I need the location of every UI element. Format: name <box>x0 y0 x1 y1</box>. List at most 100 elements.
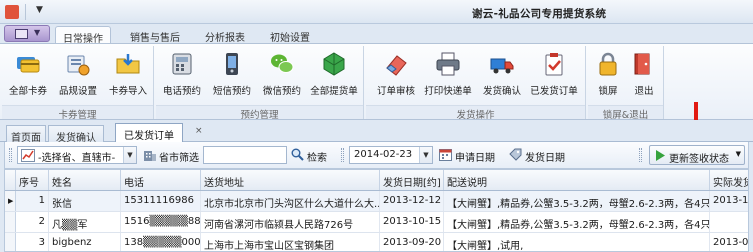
wechat-preorder-button[interactable]: 微信预约 <box>256 49 308 101</box>
cell-name: bigbenz <box>49 233 121 251</box>
cell-no: 3 <box>16 233 49 251</box>
cell-ship-date: 2013-12-12 <box>380 191 444 211</box>
tab-sales-aftersales[interactable]: 销售与售后 <box>130 26 180 44</box>
product-settings-icon <box>67 55 90 76</box>
ribbon-group-lock-exit: 锁屏 退出 锁屏&退出 <box>588 46 664 121</box>
doc-tab-shipped-orders[interactable]: 已发货订单 <box>115 123 183 143</box>
province-filter-button[interactable]: 省市筛选 <box>143 146 203 164</box>
group-label-preorder: 预约管理 <box>156 105 363 121</box>
ribbon-tab-strip: ▼ 日常操作 销售与售后 分析报表 初始设置 <box>0 24 753 45</box>
all-orders-icon <box>323 52 345 76</box>
cell-ship-date: 2013-10-15 <box>380 212 444 232</box>
cell-actual-ship <box>710 212 748 232</box>
import-folder-icon <box>116 54 140 74</box>
ribbon-panel: 全部卡券 品规设置 卡券导入 卡券管理 电话预约 短信预约 微信预约 全部提货单… <box>0 43 753 121</box>
chevron-down-icon: ▼ <box>34 28 41 37</box>
table-row[interactable]: ▶ 1 张信 15311116986 北京市北京市门头沟区什么大道什么大... … <box>5 191 748 212</box>
row-indicator <box>5 212 16 232</box>
phone-icon <box>172 53 192 75</box>
exit-icon <box>634 53 650 75</box>
cell-delivery-note: 【大闸蟹】,精品券,公蟹3.5-3.2两，母蟹2.6-2.3两，各4只 <box>444 212 710 232</box>
tag-icon <box>509 148 522 161</box>
exit-button[interactable]: 退出 <box>618 49 670 101</box>
doc-tab-home[interactable]: 首页面 <box>6 125 46 144</box>
tab-daily-operations[interactable]: 日常操作 <box>55 26 111 45</box>
app-menu-icon <box>15 29 28 39</box>
document-tab-strip: 首页面 发货确认 已发货订单 × <box>0 120 753 144</box>
toolbar-grip[interactable] <box>9 148 12 162</box>
cell-phone: 1516▒▒▒▒▒88 <box>121 212 201 232</box>
shipped-orders-button[interactable]: 已发货订单 <box>528 49 580 101</box>
ship-date-button[interactable]: 发货日期 <box>509 146 573 164</box>
update-sign-status-label: 更新签收状态 <box>669 154 729 165</box>
app-menu-button[interactable]: ▼ <box>4 25 50 42</box>
chevron-down-icon[interactable]: ▼ <box>123 147 136 163</box>
print-waybill-button[interactable]: 打印快递单 <box>422 49 474 101</box>
toolbar-grip[interactable] <box>639 148 642 162</box>
ribbon-group-shipping: 订单审核 打印快递单 发货确认 已发货订单 发货操作 <box>366 46 586 121</box>
cell-delivery-note: 【大闸蟹】,精品券,公蟹3.5-3.2两，母蟹2.6-2.3两，各4只 <box>444 191 710 211</box>
tab-initial-settings[interactable]: 初始设置 <box>270 26 310 44</box>
ribbon-group-card-management: 全部卡券 品规设置 卡券导入 卡券管理 <box>2 46 154 121</box>
card-import-button[interactable]: 卡券导入 <box>102 49 154 101</box>
quick-access-dropdown-icon[interactable]: ▼ <box>36 5 43 15</box>
cell-name: 张信 <box>49 191 121 211</box>
building-icon <box>144 151 156 161</box>
region-select-value: -选择省、直辖市- <box>38 153 116 164</box>
title-bar: ▼ 谢云-礼品公司专用提货系统 <box>0 0 753 24</box>
cell-name: 凡▒▒军 <box>49 212 121 232</box>
play-icon <box>656 150 665 161</box>
cell-address: 北京市北京市门头沟区什么大道什么大... <box>201 191 380 211</box>
date-picker-value: 2014-02-23 <box>354 149 413 160</box>
chevron-down-icon[interactable]: ▼ <box>419 147 432 163</box>
table-row[interactable]: 3 bigbenz 138▒▒▒▒▒000 上海市上海市宝山区宝钢集团 2013… <box>5 233 748 251</box>
column-header-address[interactable]: 送货地址 <box>201 170 380 190</box>
row-indicator <box>5 233 16 251</box>
quick-access-divider <box>25 4 26 20</box>
cell-actual-ship: 2013-09 <box>710 233 748 251</box>
group-label-shipping: 发货操作 <box>366 105 585 121</box>
province-filter-label: 省市筛选 <box>159 153 199 164</box>
column-header-phone[interactable]: 电话 <box>121 170 201 190</box>
cards-icon <box>17 57 40 73</box>
ribbon-group-preorder: 电话预约 短信预约 微信预约 全部提货单 预约管理 <box>156 46 364 121</box>
group-label-card-management: 卡券管理 <box>2 105 153 121</box>
apply-date-button[interactable]: 申请日期 <box>439 146 507 164</box>
cell-actual-ship: 2013-12 <box>710 191 748 211</box>
region-select[interactable]: -选择省、直辖市- ▼ <box>17 146 137 164</box>
eraser-icon <box>386 55 407 76</box>
exit-label: 退出 <box>634 86 654 97</box>
truck-icon <box>490 58 514 74</box>
apply-date-label: 申请日期 <box>455 153 495 164</box>
cell-phone: 15311116986 <box>121 191 201 211</box>
search-button[interactable]: 检索 <box>291 146 335 164</box>
printer-icon <box>436 52 460 76</box>
row-indicator-header <box>5 170 16 190</box>
city-filter-input[interactable] <box>203 146 287 164</box>
order-review-button[interactable]: 订单审核 <box>370 49 422 101</box>
app-icon <box>5 5 19 19</box>
cell-address: 河南省漯河市临颍县人民路726号 <box>201 212 380 232</box>
wechat-icon <box>271 54 294 73</box>
column-header-no[interactable]: 序号 <box>16 170 49 190</box>
all-orders-button[interactable]: 全部提货单 <box>308 49 360 101</box>
column-header-delivery-note[interactable]: 配送说明 <box>444 170 710 190</box>
table-row[interactable]: 2 凡▒▒军 1516▒▒▒▒▒88 河南省漯河市临颍县人民路726号 2013… <box>5 212 748 233</box>
update-sign-status-button[interactable]: 更新签收状态 ▼ <box>649 145 745 165</box>
ship-date-label: 发货日期 <box>525 153 565 164</box>
cell-ship-date: 2013-09-20 <box>380 233 444 251</box>
close-tab-icon[interactable]: × <box>195 126 203 136</box>
date-picker[interactable]: 2014-02-23 ▼ <box>349 146 433 164</box>
window-title: 谢云-礼品公司专用提货系统 <box>472 8 607 20</box>
calendar-icon <box>439 149 452 161</box>
doc-tab-ship-confirm[interactable]: 发货确认 <box>48 125 104 144</box>
chevron-down-icon[interactable]: ▼ <box>736 150 741 158</box>
cell-no: 2 <box>16 212 49 232</box>
ship-confirm-button[interactable]: 发货确认 <box>476 49 528 101</box>
tab-analysis-reports[interactable]: 分析报表 <box>205 26 245 44</box>
toolbar-grip[interactable] <box>341 148 344 162</box>
column-header-name[interactable]: 姓名 <box>49 170 121 190</box>
column-header-ship-date[interactable]: 发货日期[约] <box>380 170 444 190</box>
sms-icon <box>226 53 238 75</box>
column-header-actual-ship[interactable]: 实际发货 <box>710 170 748 190</box>
